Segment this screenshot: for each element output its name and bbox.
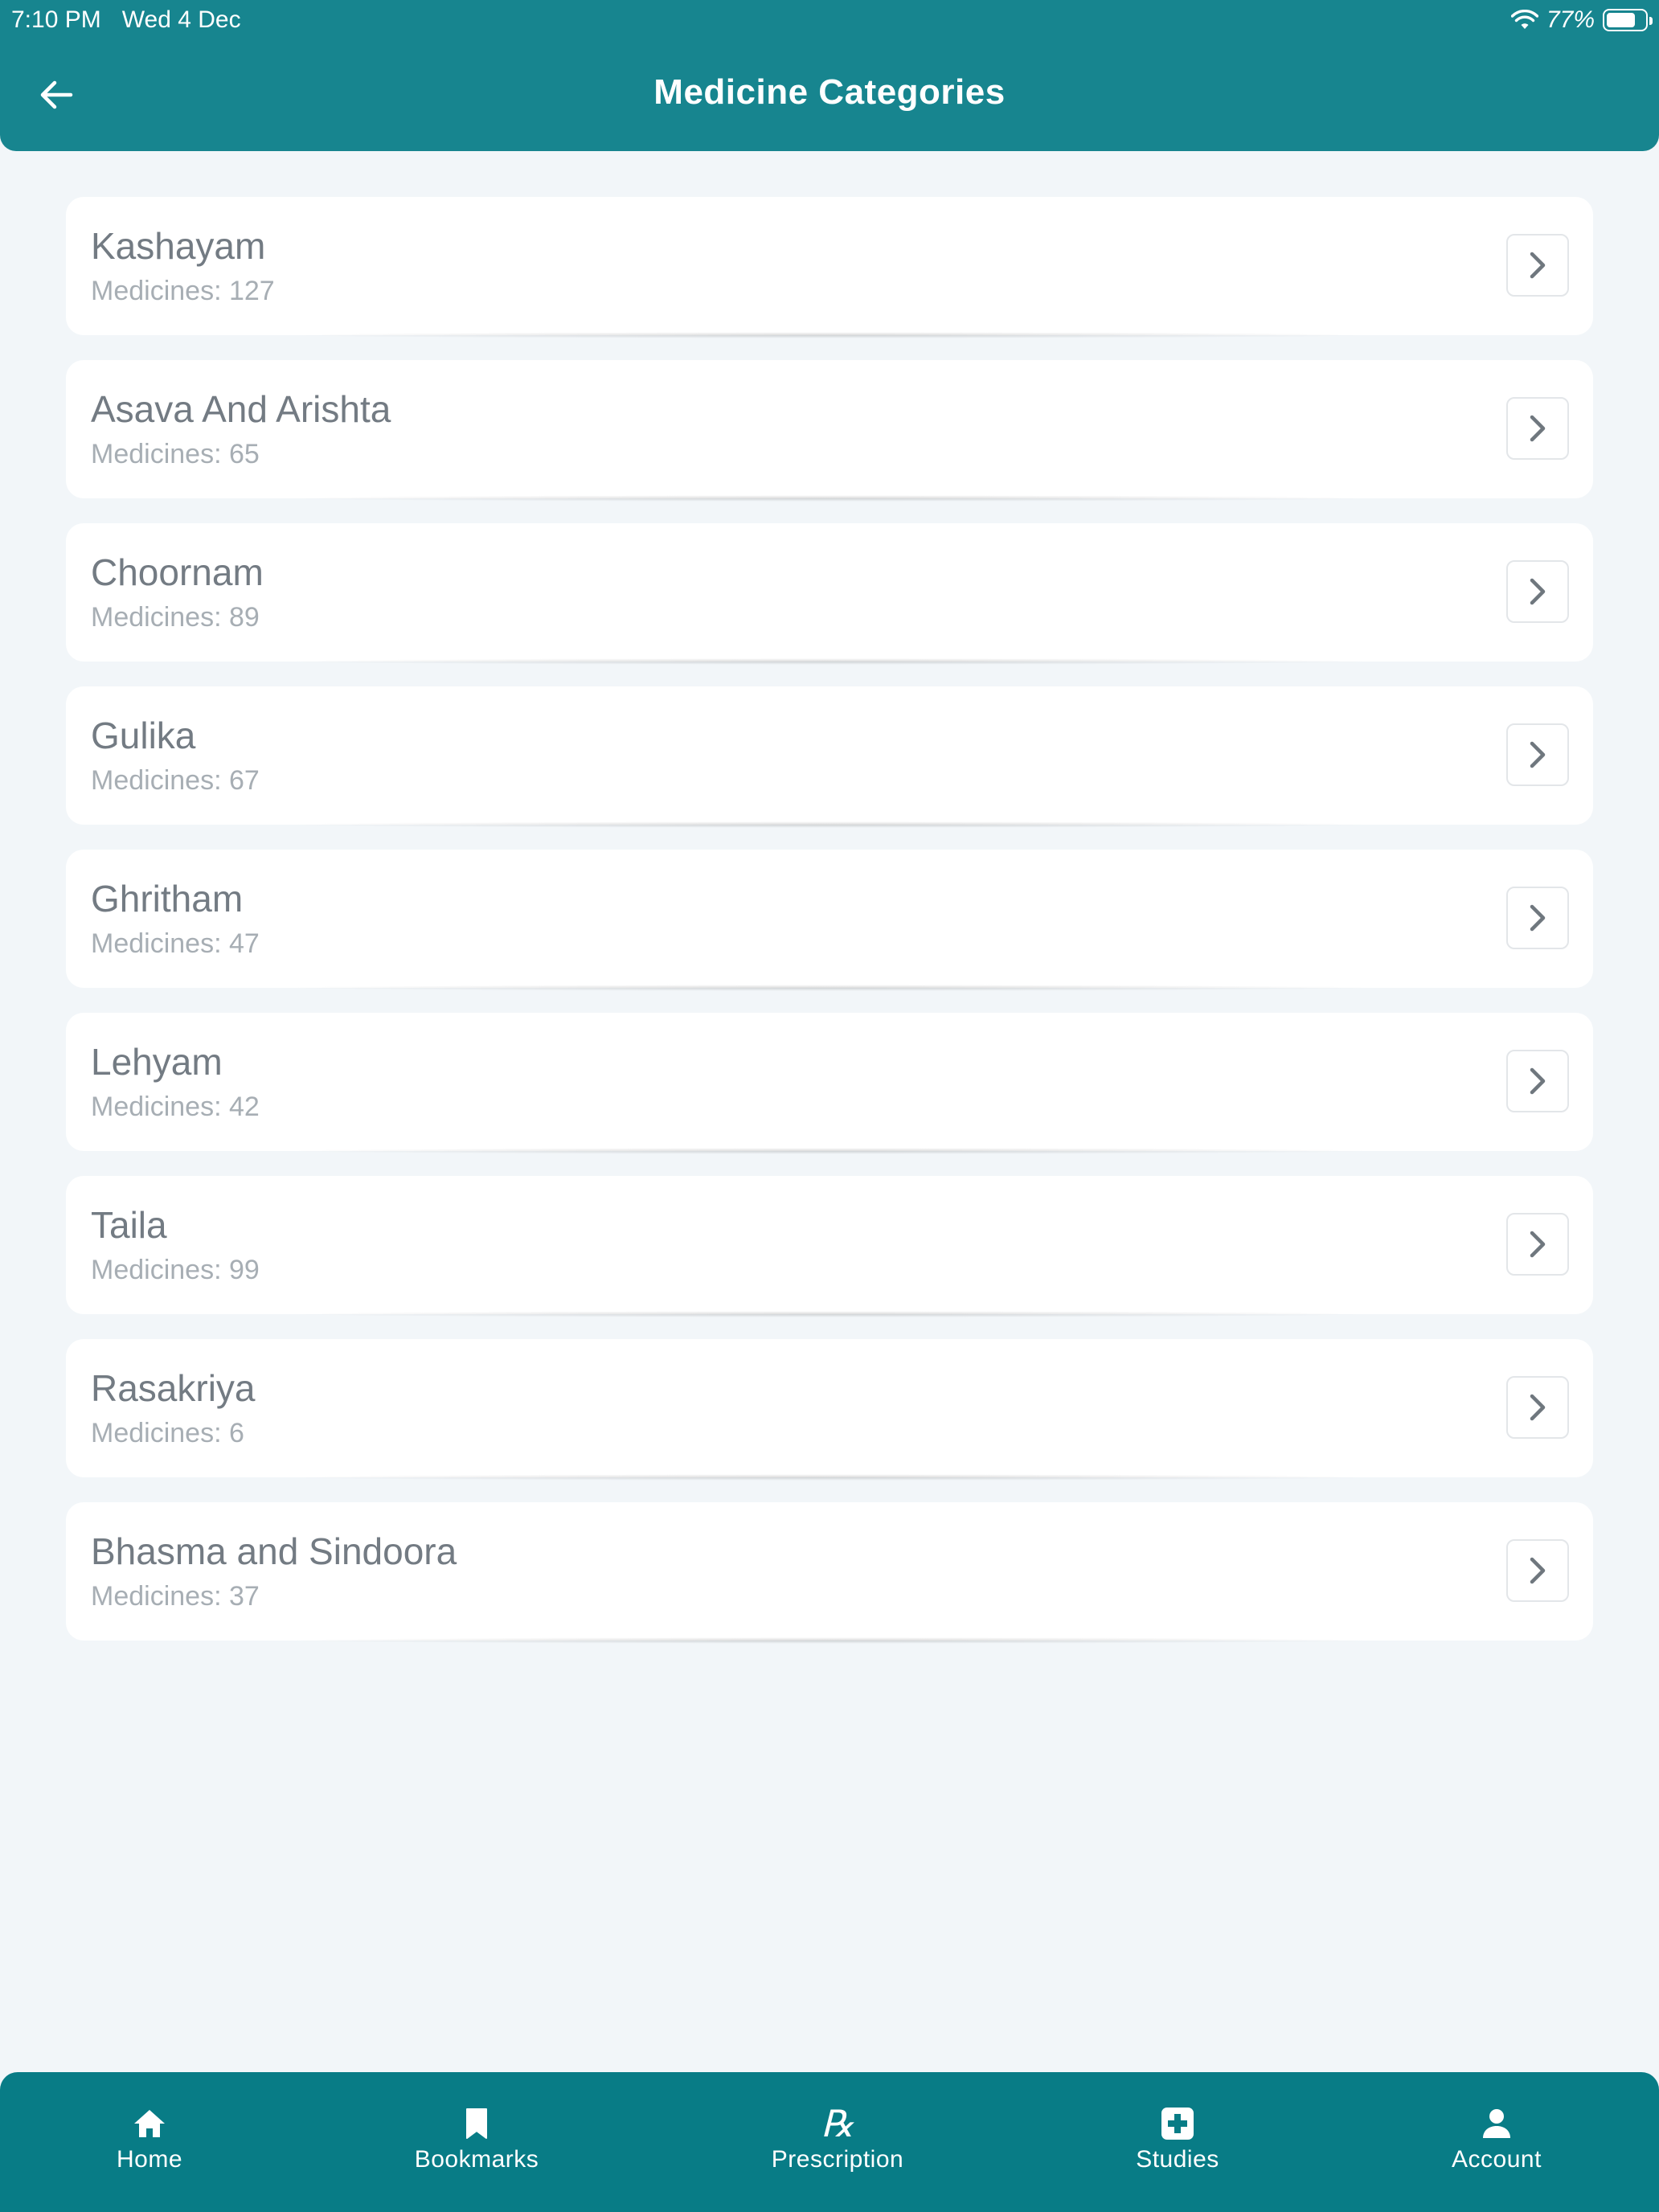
category-name: Lehyam xyxy=(91,1041,223,1083)
open-category-button[interactable] xyxy=(1506,234,1569,297)
medicine-count: Medicines: 99 xyxy=(91,1255,260,1285)
status-time: 7:10 PM xyxy=(11,6,101,33)
medicine-count: Medicines: 67 xyxy=(91,765,260,796)
category-card[interactable]: Gulika Medicines: 67 xyxy=(66,686,1593,828)
bottom-nav: Home Bookmarks ℞ Prescription Studies Ac… xyxy=(0,2072,1659,2212)
medicine-count: Medicines: 42 xyxy=(91,1092,260,1122)
category-card[interactable]: Rasakriya Medicines: 6 xyxy=(66,1339,1593,1481)
nav-account[interactable]: Account xyxy=(1376,2072,1617,2212)
screen: 7:10 PM Wed 4 Dec 77% Medicine Categories xyxy=(0,0,1659,2212)
home-icon xyxy=(134,2110,165,2137)
open-category-button[interactable] xyxy=(1506,1050,1569,1112)
nav-home[interactable]: Home xyxy=(29,2072,270,2212)
nav-account-label: Account xyxy=(1452,2146,1542,2173)
category-name: Asava And Arishta xyxy=(91,388,391,430)
category-name: Ghritham xyxy=(91,878,244,920)
battery-icon xyxy=(1603,9,1653,31)
nav-studies-label: Studies xyxy=(1136,2146,1219,2173)
nav-prescription[interactable]: ℞ Prescription xyxy=(717,2072,958,2212)
battery-level xyxy=(1607,13,1636,27)
medical-cross-icon xyxy=(1161,2108,1194,2140)
open-category-button[interactable] xyxy=(1506,887,1569,949)
open-category-button[interactable] xyxy=(1506,1213,1569,1276)
open-category-button[interactable] xyxy=(1506,723,1569,786)
category-name: Bhasma and Sindoora xyxy=(91,1530,457,1572)
chevron-right-icon xyxy=(1530,415,1546,442)
category-list: Kashayam Medicines: 127 Asava And Arishta M… xyxy=(66,197,1593,1665)
wifi-icon xyxy=(1510,10,1538,29)
category-card[interactable]: Asava And Arishta Medicines: 65 xyxy=(66,360,1593,502)
battery-percent: 77% xyxy=(1546,6,1595,33)
category-name: Kashayam xyxy=(91,225,266,267)
status-bar: 7:10 PM Wed 4 Dec 77% xyxy=(0,0,1659,40)
nav-studies[interactable]: Studies xyxy=(1057,2072,1298,2212)
nav-home-label: Home xyxy=(116,2146,183,2173)
user-icon xyxy=(1483,2109,1510,2138)
open-category-button[interactable] xyxy=(1506,1376,1569,1439)
chevron-right-icon xyxy=(1530,1231,1546,1258)
category-card[interactable]: Choornam Medicines: 89 xyxy=(66,523,1593,665)
bookmark-icon xyxy=(466,2108,487,2139)
page-title: Medicine Categories xyxy=(653,72,1006,112)
open-category-button[interactable] xyxy=(1506,1539,1569,1602)
chevron-right-icon xyxy=(1530,1557,1546,1584)
chevron-right-icon xyxy=(1530,741,1546,768)
nav-bookmarks-label: Bookmarks xyxy=(414,2146,539,2173)
chevron-right-icon xyxy=(1530,1394,1546,1421)
medicine-count: Medicines: 37 xyxy=(91,1581,260,1612)
nav-bookmarks[interactable]: Bookmarks xyxy=(356,2072,597,2212)
medicine-count: Medicines: 65 xyxy=(91,439,260,469)
open-category-button[interactable] xyxy=(1506,560,1569,623)
category-card[interactable]: Taila Medicines: 99 xyxy=(66,1176,1593,1317)
medicine-count: Medicines: 47 xyxy=(91,928,260,959)
chevron-right-icon xyxy=(1530,578,1546,605)
app-header: 7:10 PM Wed 4 Dec 77% Medicine Categories xyxy=(0,0,1659,151)
category-name: Taila xyxy=(91,1204,167,1246)
category-card[interactable]: Ghritham Medicines: 47 xyxy=(66,850,1593,991)
category-card[interactable]: Bhasma and Sindoora Medicines: 37 xyxy=(66,1502,1593,1644)
category-name: Rasakriya xyxy=(91,1367,256,1409)
chevron-right-icon xyxy=(1530,904,1546,932)
medicine-count: Medicines: 127 xyxy=(91,276,275,306)
status-date: Wed 4 Dec xyxy=(121,6,241,33)
open-category-button[interactable] xyxy=(1506,397,1569,460)
category-card[interactable]: Kashayam Medicines: 127 xyxy=(66,197,1593,338)
chevron-right-icon xyxy=(1530,1067,1546,1095)
category-name: Choornam xyxy=(91,551,264,593)
chevron-right-icon xyxy=(1530,252,1546,279)
medicine-count: Medicines: 89 xyxy=(91,602,260,633)
rx-icon: ℞ xyxy=(821,2102,854,2145)
category-card[interactable]: Lehyam Medicines: 42 xyxy=(66,1013,1593,1154)
category-name: Gulika xyxy=(91,715,196,756)
medicine-count: Medicines: 6 xyxy=(91,1418,244,1448)
nav-prescription-label: Prescription xyxy=(771,2146,904,2173)
